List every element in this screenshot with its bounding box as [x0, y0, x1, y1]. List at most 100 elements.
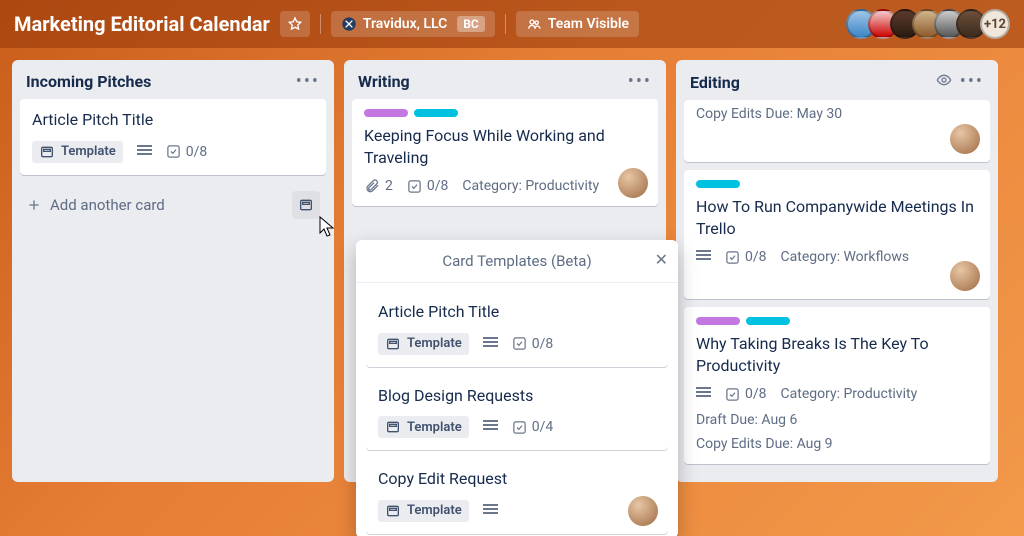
create-from-template-button[interactable]	[292, 191, 320, 219]
card-member-avatar[interactable]	[628, 496, 658, 526]
checklist-count: 0/8	[427, 178, 449, 194]
list-footer: Add another card	[20, 183, 326, 221]
description-icon	[483, 503, 498, 519]
visibility-label: Team Visible	[548, 16, 629, 32]
card-labels	[364, 109, 646, 117]
separator	[505, 14, 506, 34]
card-badges: 0/8 Category: Productivity	[696, 386, 978, 402]
org-name: Travidux, LLC	[363, 16, 447, 32]
checklist-count: 0/8	[532, 336, 554, 352]
template-title: Blog Design Requests	[378, 385, 656, 407]
checklist-count: 0/4	[532, 419, 554, 435]
list-editing: Editing ••• Copy Edits Due: May 30 How T…	[676, 60, 998, 482]
template-label: Template	[407, 336, 462, 351]
card-badges: Template	[378, 500, 656, 522]
card-keeping-focus[interactable]: Keeping Focus While Working and Travelin…	[352, 99, 658, 206]
label-sky[interactable]	[746, 317, 790, 325]
board-header: Marketing Editorial Calendar Travidux, L…	[0, 0, 1024, 48]
label-sky[interactable]	[696, 180, 740, 188]
board-title[interactable]: Marketing Editorial Calendar	[14, 12, 270, 36]
due-text: Copy Edits Due: Aug 9	[696, 436, 978, 452]
card-title: How To Run Companywide Meetings In Trell…	[696, 196, 978, 239]
card-article-pitch[interactable]: Article Pitch Title Template 0/8	[20, 99, 326, 175]
label-sky[interactable]	[414, 109, 458, 117]
template-chip: Template	[378, 333, 469, 355]
card-companywide-meetings[interactable]: How To Run Companywide Meetings In Trell…	[684, 170, 990, 299]
card-templates-popup: Card Templates (Beta) ✕ Article Pitch Ti…	[356, 240, 678, 536]
label-purple[interactable]	[696, 317, 740, 325]
list-menu-button[interactable]: •••	[296, 77, 320, 87]
custom-field-category: Category: Productivity	[462, 178, 599, 194]
separator	[320, 14, 321, 34]
card-title: Keeping Focus While Working and Travelin…	[364, 125, 646, 168]
popup-close-button[interactable]: ✕	[655, 250, 668, 269]
list-incoming-pitches: Incoming Pitches ••• Article Pitch Title…	[12, 60, 334, 482]
add-card-label: Add another card	[50, 196, 165, 214]
list-header: Writing •••	[352, 68, 658, 99]
custom-field-category: Category: Workflows	[781, 249, 910, 265]
template-chip: Template	[32, 141, 123, 163]
label-purple[interactable]	[364, 109, 408, 117]
list-header: Incoming Pitches •••	[20, 68, 326, 99]
card-badges: Template 0/8	[32, 141, 314, 163]
description-icon	[483, 336, 498, 352]
checklist-badge: 0/8	[166, 144, 208, 160]
star-button[interactable]	[280, 11, 310, 37]
card-partial-top[interactable]: Copy Edits Due: May 30	[684, 100, 990, 162]
due-text: Draft Due: Aug 6	[696, 412, 978, 428]
list-title[interactable]: Incoming Pitches	[26, 72, 151, 91]
visibility-button[interactable]: Team Visible	[516, 11, 639, 37]
avatar-more[interactable]: +12	[980, 9, 1010, 39]
card-badges: Template 0/8	[378, 333, 656, 355]
template-title: Copy Edit Request	[378, 468, 656, 490]
description-icon	[137, 144, 152, 160]
list-menu-button[interactable]: •••	[628, 77, 652, 87]
description-icon	[483, 419, 498, 435]
template-chip: Template	[378, 416, 469, 438]
card-member-avatar[interactable]	[950, 261, 980, 291]
checklist-count: 0/8	[745, 249, 767, 265]
popup-header: Card Templates (Beta) ✕	[356, 240, 678, 283]
list-title[interactable]: Editing	[690, 73, 740, 92]
list-header: Editing •••	[684, 68, 990, 100]
template-label: Template	[407, 420, 462, 435]
add-card-button[interactable]: Add another card	[26, 196, 165, 214]
due-text: Copy Edits Due: May 30	[696, 106, 978, 122]
template-label: Template	[61, 144, 116, 159]
card-taking-breaks[interactable]: Why Taking Breaks Is The Key To Producti…	[684, 307, 990, 464]
template-option[interactable]: Blog Design Requests Template 0/4	[366, 375, 668, 451]
description-icon	[696, 386, 711, 402]
card-badges: 2 0/8 Category: Productivity	[364, 178, 646, 194]
popup-title: Card Templates (Beta)	[442, 252, 591, 270]
card-member-avatar[interactable]	[618, 168, 648, 198]
card-member-avatar[interactable]	[950, 124, 980, 154]
attachments-count: 2	[385, 178, 393, 194]
checklist-badge: 0/8	[512, 336, 554, 352]
checklist-badge: 0/8	[725, 249, 767, 265]
org-badge: BC	[457, 16, 485, 32]
checklist-badge: 0/8	[725, 386, 767, 402]
watch-icon[interactable]	[936, 72, 952, 92]
custom-field-category: Category: Productivity	[781, 386, 918, 402]
card-badges: 0/8 Category: Workflows	[696, 249, 978, 265]
checklist-badge: 0/8	[407, 178, 449, 194]
card-title: Why Taking Breaks Is The Key To Producti…	[696, 333, 978, 376]
card-labels	[696, 317, 978, 325]
card-badges: Template 0/4	[378, 416, 656, 438]
attachments-badge: 2	[364, 178, 393, 194]
description-icon	[696, 249, 711, 265]
checklist-badge: 0/4	[512, 419, 554, 435]
list-title[interactable]: Writing	[358, 72, 410, 91]
card-title: Article Pitch Title	[32, 109, 314, 131]
template-chip: Template	[378, 500, 469, 522]
template-label: Template	[407, 503, 462, 518]
checklist-count: 0/8	[186, 144, 208, 160]
checklist-count: 0/8	[745, 386, 767, 402]
org-button[interactable]: Travidux, LLC BC	[331, 11, 495, 37]
template-option[interactable]: Copy Edit Request Template	[366, 458, 668, 534]
list-menu-button[interactable]: •••	[960, 77, 984, 87]
template-title: Article Pitch Title	[378, 301, 656, 323]
template-option[interactable]: Article Pitch Title Template 0/8	[366, 291, 668, 367]
member-avatars: +12	[854, 9, 1010, 39]
card-labels	[696, 180, 978, 188]
